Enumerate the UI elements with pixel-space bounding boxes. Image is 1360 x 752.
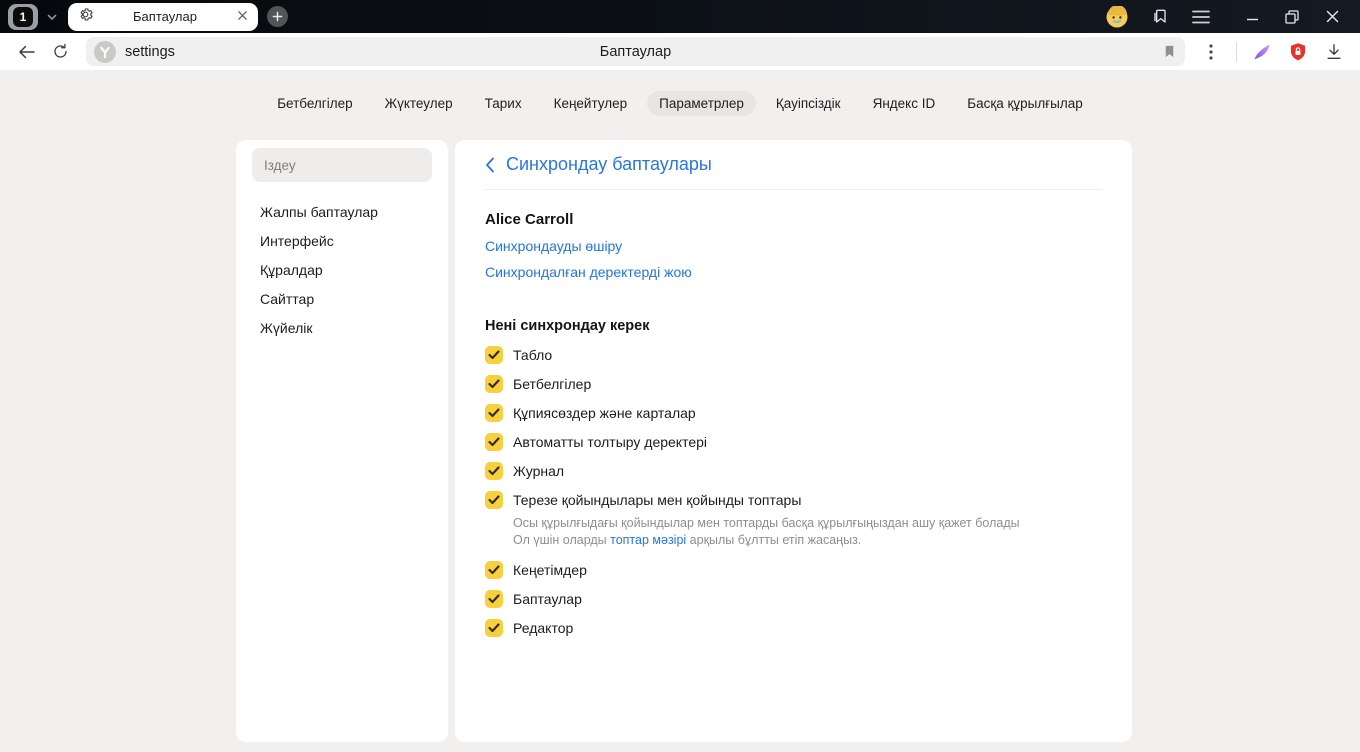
sidebar-item[interactable]: Жалпы баптаулар bbox=[252, 197, 432, 226]
url-text: settings bbox=[124, 43, 175, 60]
site-badge-icon[interactable] bbox=[93, 40, 116, 63]
settings-nav-tab[interactable]: Кеңейтулер bbox=[542, 91, 640, 116]
option-description: Осы құрылғыдағы қойындылар мен топтарды … bbox=[513, 516, 1020, 547]
bookmark-icon[interactable] bbox=[1162, 44, 1177, 59]
sidebar-item[interactable]: Интерфейс bbox=[252, 226, 432, 255]
checkbox-checked[interactable] bbox=[485, 461, 503, 480]
section-title: Нені синхрондау керек bbox=[485, 318, 650, 334]
settings-page: Бетбелгілер Жүктеулер Тарих Кеңейтулер П… bbox=[0, 70, 1360, 752]
settings-nav-tab[interactable]: Тарих bbox=[473, 91, 534, 116]
settings-nav-tab[interactable]: Яндекс ID bbox=[861, 91, 948, 116]
sync-option: Бетбелгілер bbox=[485, 369, 1102, 398]
sync-options-list: Табло Бетбелгілер Құпиясөздер және карта… bbox=[485, 340, 1102, 642]
sync-option: Автоматты толтыру деректері bbox=[485, 427, 1102, 456]
collections-icon[interactable] bbox=[1150, 7, 1170, 27]
checkbox-checked[interactable] bbox=[485, 403, 503, 422]
browser-tab[interactable]: Баптаулар bbox=[68, 2, 258, 31]
gear-icon bbox=[78, 7, 93, 27]
address-bar[interactable]: settings Баптаулар bbox=[85, 37, 1185, 66]
disable-sync-link[interactable]: Синхрондауды өшіру bbox=[485, 238, 622, 254]
sync-option: Құпиясөздер және карталар bbox=[485, 398, 1102, 427]
minimize-button[interactable] bbox=[1232, 0, 1272, 33]
checkbox-label: Баптаулар bbox=[513, 590, 582, 607]
settings-nav-tab[interactable]: Қауіпсіздік bbox=[764, 91, 853, 116]
close-window-button[interactable] bbox=[1312, 0, 1352, 33]
profile-avatar[interactable] bbox=[1106, 5, 1128, 28]
delete-synced-data-link[interactable]: Синхрондалған деректерді жою bbox=[485, 264, 692, 280]
sidebar-item[interactable]: Құралдар bbox=[252, 255, 432, 284]
page-title: Синхрондау баптаулары bbox=[506, 154, 712, 174]
menu-icon[interactable] bbox=[1192, 10, 1210, 24]
sync-option: Редактор bbox=[485, 613, 1102, 642]
back-header[interactable]: Синхрондау баптаулары bbox=[485, 140, 1102, 190]
settings-nav-tab[interactable]: Параметрлер bbox=[647, 91, 756, 116]
settings-nav-tab[interactable]: Жүктеулер bbox=[373, 91, 465, 116]
checkbox-label: Бетбелгілер bbox=[513, 375, 592, 392]
checkbox-checked[interactable] bbox=[485, 618, 503, 637]
checkbox-label: Құпиясөздер және карталар bbox=[513, 404, 696, 421]
account-name: Alice Carroll bbox=[485, 211, 574, 228]
settings-nav-tab[interactable]: Басқа құрылғылар bbox=[955, 91, 1095, 116]
checkbox-checked[interactable] bbox=[485, 589, 503, 608]
feather-extension-icon[interactable] bbox=[1246, 37, 1278, 67]
sidebar-item[interactable]: Жүйелік bbox=[252, 313, 432, 342]
kebab-menu-icon[interactable] bbox=[1195, 37, 1227, 67]
search-input[interactable] bbox=[252, 148, 432, 182]
checkbox-label: Кеңетімдер bbox=[513, 561, 587, 578]
settings-nav: Бетбелгілер Жүктеулер Тарих Кеңейтулер П… bbox=[0, 70, 1360, 116]
adblock-shield-icon[interactable] bbox=[1282, 37, 1314, 67]
tab-strip: 1 Баптаулар bbox=[0, 0, 1360, 33]
checkbox-checked[interactable] bbox=[485, 560, 503, 579]
sync-option: Кеңетімдер bbox=[485, 555, 1102, 584]
checkbox-checked[interactable] bbox=[485, 490, 503, 509]
restore-button[interactable] bbox=[1272, 0, 1312, 33]
checkbox-label: Журнал bbox=[513, 462, 565, 479]
sync-settings-panel: Синхрондау баптаулары Alice Carroll Синх… bbox=[455, 140, 1132, 742]
omnibox-page-title: Баптаулар bbox=[599, 43, 672, 60]
tab-title: Баптаулар bbox=[133, 9, 197, 24]
reload-icon[interactable] bbox=[44, 37, 78, 67]
sidebar-list: Жалпы баптаулар Интерфейс Құралдар Сайтт… bbox=[252, 197, 432, 342]
sidebar-item[interactable]: Сайттар bbox=[252, 284, 432, 313]
sync-option: Терезе қойындылары мен қойынды топтары О… bbox=[485, 485, 1102, 548]
checkbox-checked[interactable] bbox=[485, 432, 503, 451]
download-icon[interactable] bbox=[1318, 37, 1350, 67]
checkbox-label: Автоматты толтыру деректері bbox=[513, 433, 708, 450]
checkbox-label: Редактор bbox=[513, 619, 574, 636]
checkbox-label: Терезе қойындылары мен қойынды топтары bbox=[513, 491, 802, 508]
tab-panel-toggle[interactable]: 1 bbox=[8, 3, 38, 30]
tab-close-icon[interactable] bbox=[237, 8, 248, 26]
checkbox-checked[interactable] bbox=[485, 374, 503, 393]
tab-counter: 1 bbox=[13, 6, 33, 27]
chevron-left-icon bbox=[486, 157, 494, 172]
checkbox-checked[interactable] bbox=[485, 345, 503, 364]
new-tab-button[interactable] bbox=[267, 6, 288, 27]
sync-option: Баптаулар bbox=[485, 584, 1102, 613]
browser-toolbar: settings Баптаулар bbox=[0, 33, 1360, 70]
checkbox-label: Табло bbox=[513, 346, 553, 363]
settings-sidebar: Жалпы баптаулар Интерфейс Құралдар Сайтт… bbox=[236, 140, 448, 742]
toolbar-divider bbox=[1236, 41, 1237, 62]
groups-menu-link[interactable]: топтар мәзірі bbox=[610, 533, 686, 547]
sync-option: Табло bbox=[485, 340, 1102, 369]
settings-nav-tab[interactable]: Бетбелгілер bbox=[265, 91, 364, 116]
back-icon[interactable] bbox=[10, 37, 44, 67]
tab-list-chevron-icon[interactable] bbox=[46, 11, 58, 23]
sync-option: Журнал bbox=[485, 456, 1102, 485]
